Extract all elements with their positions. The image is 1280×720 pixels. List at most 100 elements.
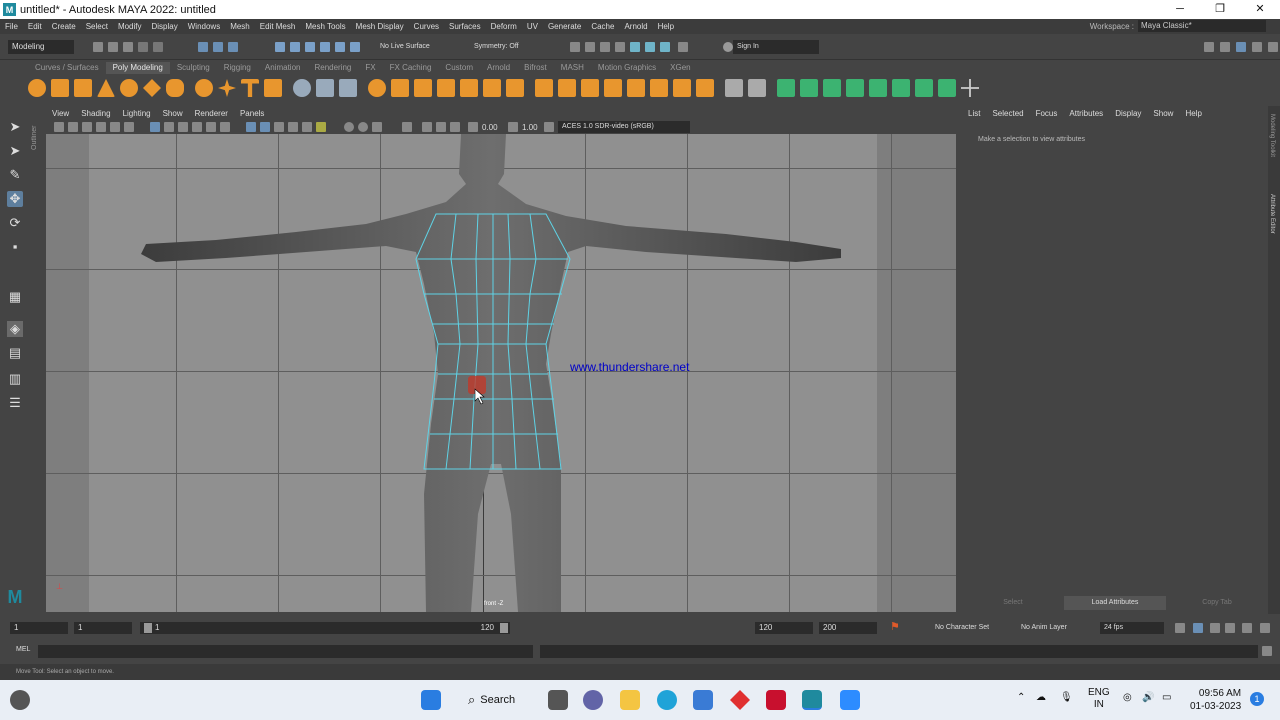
uv-shell-icon[interactable] bbox=[892, 79, 910, 97]
teams-chat-icon[interactable] bbox=[583, 690, 603, 710]
ae-menu-focus[interactable]: Focus bbox=[1030, 109, 1064, 118]
panel-menu-lighting[interactable]: Lighting bbox=[117, 108, 157, 120]
poly-cylinder-icon[interactable] bbox=[74, 79, 92, 97]
shelf-tab-animation[interactable]: Animation bbox=[258, 62, 308, 74]
menu-uv[interactable]: UV bbox=[522, 22, 543, 31]
select-tool-icon[interactable]: ➤ bbox=[7, 119, 23, 135]
edge-browser-icon[interactable] bbox=[657, 690, 677, 710]
field-chart-icon[interactable] bbox=[206, 122, 216, 132]
poly-plane-icon[interactable] bbox=[143, 79, 161, 97]
menu-edit-mesh[interactable]: Edit Mesh bbox=[255, 22, 301, 31]
render-frame-icon[interactable] bbox=[570, 42, 580, 52]
extrude-icon[interactable] bbox=[535, 79, 553, 97]
xray-active-icon[interactable] bbox=[450, 122, 460, 132]
single-perspective-layout-icon[interactable]: ▦ bbox=[7, 289, 23, 305]
snap-grid-icon[interactable] bbox=[275, 42, 285, 52]
poly-cone-icon[interactable] bbox=[97, 79, 115, 97]
render-view-icon[interactable] bbox=[645, 42, 655, 52]
battery-icon[interactable]: ▭ bbox=[1162, 692, 1171, 703]
grid-icon[interactable] bbox=[150, 122, 160, 132]
script-editor-icon[interactable] bbox=[1262, 646, 1272, 656]
taskbar-search[interactable]: ⌕ Search bbox=[468, 692, 515, 708]
shelf-tab-fx-caching[interactable]: FX Caching bbox=[383, 62, 439, 74]
smooth-shade-icon[interactable] bbox=[260, 122, 270, 132]
snap-curve-icon[interactable] bbox=[290, 42, 300, 52]
poly-disc-icon[interactable] bbox=[166, 79, 184, 97]
menu-windows[interactable]: Windows bbox=[183, 22, 225, 31]
sign-in-dropdown[interactable]: Sign In bbox=[733, 40, 819, 54]
resolution-gate-icon[interactable] bbox=[178, 122, 188, 132]
arnold-render-icon[interactable] bbox=[660, 42, 670, 52]
clock[interactable]: 09:56 AM 01-03-2023 bbox=[1190, 687, 1241, 713]
toggle-channel-box-icon[interactable] bbox=[1252, 42, 1262, 52]
new-scene-icon[interactable] bbox=[93, 42, 103, 52]
microphone-icon[interactable]: 🎙 bbox=[1060, 692, 1073, 703]
menu-display[interactable]: Display bbox=[147, 22, 183, 31]
command-input[interactable] bbox=[38, 645, 533, 658]
ae-load-attributes-button[interactable]: Load Attributes bbox=[1064, 596, 1166, 610]
menu-surfaces[interactable]: Surfaces bbox=[444, 22, 486, 31]
maya-home-icon[interactable]: M bbox=[7, 588, 23, 606]
paint-select-tool-icon[interactable]: ✎ bbox=[7, 167, 23, 183]
front-viewport[interactable]: www.thundershare.net front -Z ⊥ bbox=[46, 134, 956, 612]
open-scene-icon[interactable] bbox=[108, 42, 118, 52]
planar-uv-icon[interactable] bbox=[725, 79, 743, 97]
toggle-attribute-editor-icon[interactable] bbox=[1220, 42, 1230, 52]
default-material-icon[interactable] bbox=[274, 122, 284, 132]
loop-icon[interactable] bbox=[1175, 623, 1185, 633]
start-time-field[interactable]: 1 bbox=[10, 622, 68, 634]
menu-generate[interactable]: Generate bbox=[543, 22, 586, 31]
extract-icon[interactable] bbox=[414, 79, 432, 97]
four-view-layout-icon[interactable]: ◈ bbox=[7, 321, 23, 337]
select-object-icon[interactable] bbox=[213, 42, 223, 52]
character-set-dropdown[interactable]: No Character Set bbox=[935, 622, 989, 634]
render-sequence-icon[interactable] bbox=[585, 42, 595, 52]
character-model[interactable] bbox=[46, 134, 956, 612]
pdf-reader-icon[interactable] bbox=[730, 690, 750, 710]
menu-modify[interactable]: Modify bbox=[113, 22, 147, 31]
cut-uv-icon[interactable] bbox=[800, 79, 818, 97]
range-handle-end[interactable] bbox=[500, 623, 508, 633]
camera-attributes-icon[interactable] bbox=[68, 122, 78, 132]
snap-center-icon[interactable] bbox=[350, 42, 360, 52]
modeling-toolkit-tab[interactable]: Modeling Toolkit bbox=[1269, 114, 1275, 157]
shelf-tab-mash[interactable]: MASH bbox=[554, 62, 591, 74]
gamma-value[interactable]: 1.00 bbox=[522, 121, 538, 135]
mirror-icon[interactable] bbox=[391, 79, 409, 97]
ae-menu-selected[interactable]: Selected bbox=[986, 109, 1029, 118]
attribute-editor-tab[interactable]: Attribute Editor bbox=[1269, 194, 1275, 234]
boolean-icon[interactable] bbox=[368, 79, 386, 97]
shelf-tab-xgen[interactable]: XGen bbox=[663, 62, 697, 74]
rotate-tool-icon[interactable]: ⟳ bbox=[7, 215, 23, 231]
offset-edge-loop-icon[interactable] bbox=[696, 79, 714, 97]
wireframe-on-shaded-icon[interactable] bbox=[288, 122, 298, 132]
menu-help[interactable]: Help bbox=[653, 22, 679, 31]
panel-menu-show[interactable]: Show bbox=[157, 108, 189, 120]
language-indicator[interactable]: ENG IN bbox=[1088, 687, 1110, 711]
menu-arnold[interactable]: Arnold bbox=[619, 22, 652, 31]
animation-prefs-icon[interactable] bbox=[1260, 623, 1270, 633]
ambient-occlusion-icon[interactable] bbox=[358, 122, 368, 132]
uv-snapshot-icon[interactable] bbox=[915, 79, 933, 97]
minimize-button[interactable]: ─ bbox=[1160, 0, 1200, 19]
wireframe-icon[interactable] bbox=[246, 122, 256, 132]
ae-menu-attributes[interactable]: Attributes bbox=[1063, 109, 1109, 118]
safe-action-icon[interactable] bbox=[220, 122, 230, 132]
maya-taskbar-icon[interactable] bbox=[802, 690, 822, 710]
toggle-tool-settings-icon[interactable] bbox=[1236, 42, 1246, 52]
playback-start-field[interactable]: 1 bbox=[74, 622, 132, 634]
menuset-dropdown[interactable]: Modeling bbox=[8, 40, 74, 54]
select-component-icon[interactable] bbox=[228, 42, 238, 52]
append-icon[interactable] bbox=[581, 79, 599, 97]
poly-sphere-icon[interactable] bbox=[28, 79, 46, 97]
range-bar[interactable]: 1 120 bbox=[140, 622, 510, 634]
outliner-layout-icon[interactable]: ☰ bbox=[7, 395, 23, 411]
redo-icon[interactable] bbox=[153, 42, 163, 52]
shelf-tab-custom[interactable]: Custom bbox=[438, 62, 480, 74]
network-icon[interactable]: ◎ bbox=[1123, 692, 1132, 703]
live-surface-label[interactable]: No Live Surface bbox=[380, 40, 430, 54]
poly-cube-icon[interactable] bbox=[51, 79, 69, 97]
menu-deform[interactable]: Deform bbox=[486, 22, 522, 31]
character-icon[interactable] bbox=[1242, 623, 1252, 633]
auto-key-icon[interactable]: ⚑ bbox=[890, 620, 900, 633]
